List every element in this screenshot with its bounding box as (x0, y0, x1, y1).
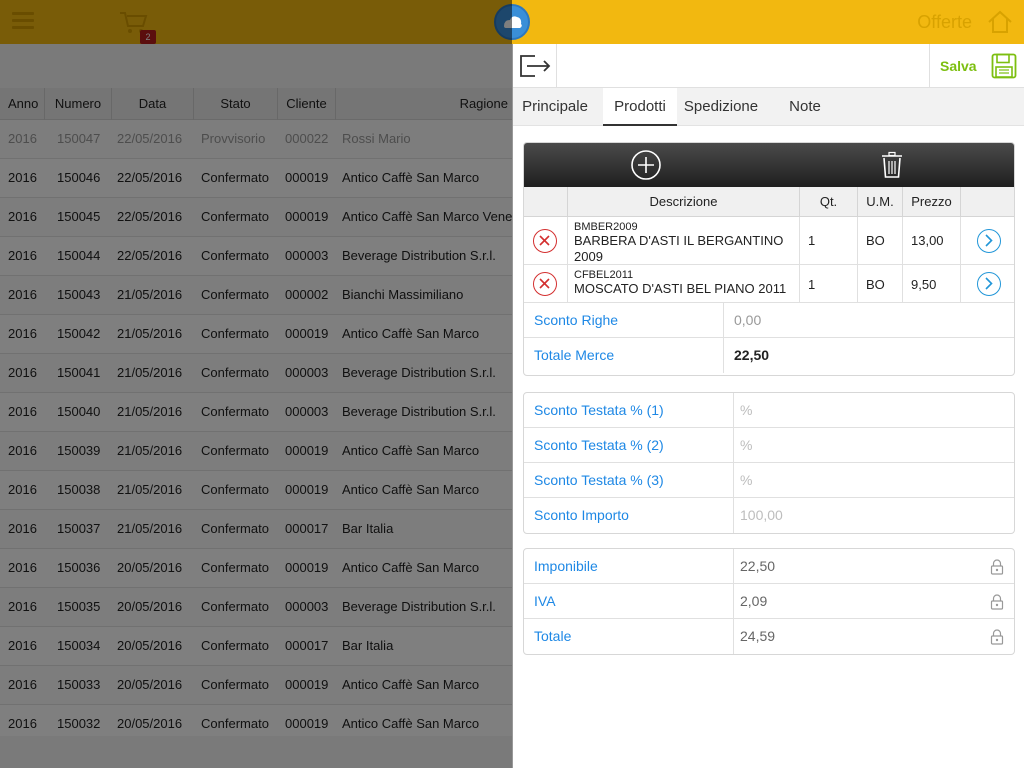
sconto-righe-value: 0,00 (734, 312, 762, 328)
trash-icon[interactable] (880, 151, 904, 179)
sconto-importo-field[interactable]: 100,00 (740, 498, 783, 533)
iva-label: IVA (534, 593, 556, 609)
product-code: BMBER2009 (574, 221, 638, 233)
remove-item-icon[interactable] (533, 229, 557, 253)
totale-merce-value: 22,50 (734, 347, 770, 363)
lock-icon[interactable] (990, 594, 1004, 610)
save-label: Salva (940, 58, 977, 74)
sconto-righe-row: Sconto Righe 0,00 (524, 303, 1014, 338)
iva-row: IVA 2,09 (524, 584, 1014, 619)
sconto-importo-row[interactable]: Sconto Importo 100,00 (524, 498, 1014, 533)
sconto-testata-3-row[interactable]: Sconto Testata % (3) % (524, 463, 1014, 498)
floppy-disk-icon (991, 53, 1017, 79)
sconto-testata-2-row[interactable]: Sconto Testata % (2) % (524, 428, 1014, 463)
offer-detail-panel: Salva Principale Prodotti Spedizione Not… (512, 44, 1024, 768)
quantity-value: 1 (808, 233, 816, 248)
sconto-testata-1-field[interactable]: % (740, 393, 752, 428)
totale-label: Totale (534, 628, 572, 644)
tab-bar: Principale Prodotti Spedizione Note (513, 88, 1024, 126)
delete-cell (524, 217, 567, 264)
totale-merce-label: Totale Merce (534, 347, 615, 363)
home-icon[interactable] (986, 8, 1014, 36)
product-code: CFBEL2011 (574, 269, 634, 281)
column-header-prezzo: Prezzo (902, 187, 960, 217)
chevron-right-icon[interactable] (977, 272, 1001, 296)
column-header-descrizione: Descrizione (567, 187, 799, 217)
add-product-icon[interactable] (630, 149, 662, 181)
exit-button[interactable] (513, 44, 557, 88)
detail-cell (960, 217, 1014, 264)
imponibile-row: Imponibile 22,50 (524, 549, 1014, 584)
price-cell: 13,00 (902, 217, 960, 264)
header-discounts-card: Sconto Testata % (1) % Sconto Testata % … (523, 392, 1015, 534)
page-title: Offerte (917, 12, 972, 32)
product-row[interactable]: CFBEL2011 MOSCATO D'ASTI BEL PIANO 2011 … (524, 265, 1014, 303)
sconto-testata-2-field[interactable]: % (740, 428, 752, 463)
tab-prodotti[interactable]: Prodotti (603, 88, 677, 126)
product-name: MOSCATO D'ASTI BEL PIANO 2011 (574, 281, 787, 296)
dim-overlay[interactable] (0, 0, 512, 768)
sconto-testata-1-row[interactable]: Sconto Testata % (1) % (524, 393, 1014, 428)
tab-note[interactable]: Note (783, 88, 827, 126)
imponibile-label: Imponibile (534, 558, 598, 574)
unit-cell: BO (857, 265, 902, 302)
price-value: 13,00 (911, 233, 944, 248)
description-cell: CFBEL2011 MOSCATO D'ASTI BEL PIANO 2011 (567, 265, 799, 302)
sconto-testata-3-field[interactable]: % (740, 463, 752, 498)
sconto-testata-1-label: Sconto Testata % (1) (534, 402, 664, 418)
unit-value: BO (866, 233, 885, 248)
column-header-qt: Qt. (799, 187, 857, 217)
save-button[interactable]: Salva (929, 44, 1024, 88)
quantity-cell[interactable]: 1 (799, 265, 857, 302)
price-cell: 9,50 (902, 265, 960, 302)
sconto-testata-3-label: Sconto Testata % (3) (534, 472, 664, 488)
remove-item-icon[interactable] (533, 272, 557, 296)
price-value: 9,50 (911, 277, 937, 292)
iva-value: 2,09 (740, 593, 768, 609)
imponibile-value: 22,50 (740, 558, 776, 574)
column-header-um: U.M. (857, 187, 902, 217)
quantity-cell[interactable]: 1 (799, 217, 857, 264)
chevron-right-icon[interactable] (977, 229, 1001, 253)
sconto-testata-2-label: Sconto Testata % (2) (534, 437, 664, 453)
product-row[interactable]: BMBER2009 BARBERA D'ASTI IL BERGANTINO 2… (524, 217, 1014, 265)
detail-cell (960, 265, 1014, 302)
totale-merce-row: Totale Merce 22,50 (524, 338, 1014, 373)
tab-spedizione[interactable]: Spedizione (679, 88, 763, 126)
quantity-value: 1 (808, 277, 816, 292)
products-card: Descrizione Qt. U.M. Prezzo BMBER2009 BA… (523, 142, 1015, 376)
unit-cell: BO (857, 217, 902, 264)
tab-principale[interactable]: Principale (513, 88, 597, 126)
product-name: BARBERA D'ASTI IL BERGANTINO 2009 (574, 233, 784, 264)
description-cell: BMBER2009 BARBERA D'ASTI IL BERGANTINO 2… (567, 217, 799, 264)
lock-icon[interactable] (990, 559, 1004, 575)
totals-card: Imponibile 22,50 IVA 2,09 Totale 24,59 (523, 548, 1015, 655)
lock-icon[interactable] (990, 629, 1004, 645)
exit-icon (520, 55, 551, 77)
products-toolbar (524, 143, 1014, 187)
panel-toolbar: Salva (513, 44, 1024, 88)
delete-cell (524, 265, 567, 302)
sconto-righe-label: Sconto Righe (534, 312, 619, 328)
totale-row: Totale 24,59 (524, 619, 1014, 654)
unit-value: BO (866, 277, 885, 292)
totale-value: 24,59 (740, 628, 776, 644)
column-header-actions (960, 187, 1014, 217)
sconto-importo-label: Sconto Importo (534, 507, 629, 523)
products-table-header: Descrizione Qt. U.M. Prezzo (524, 187, 1014, 217)
